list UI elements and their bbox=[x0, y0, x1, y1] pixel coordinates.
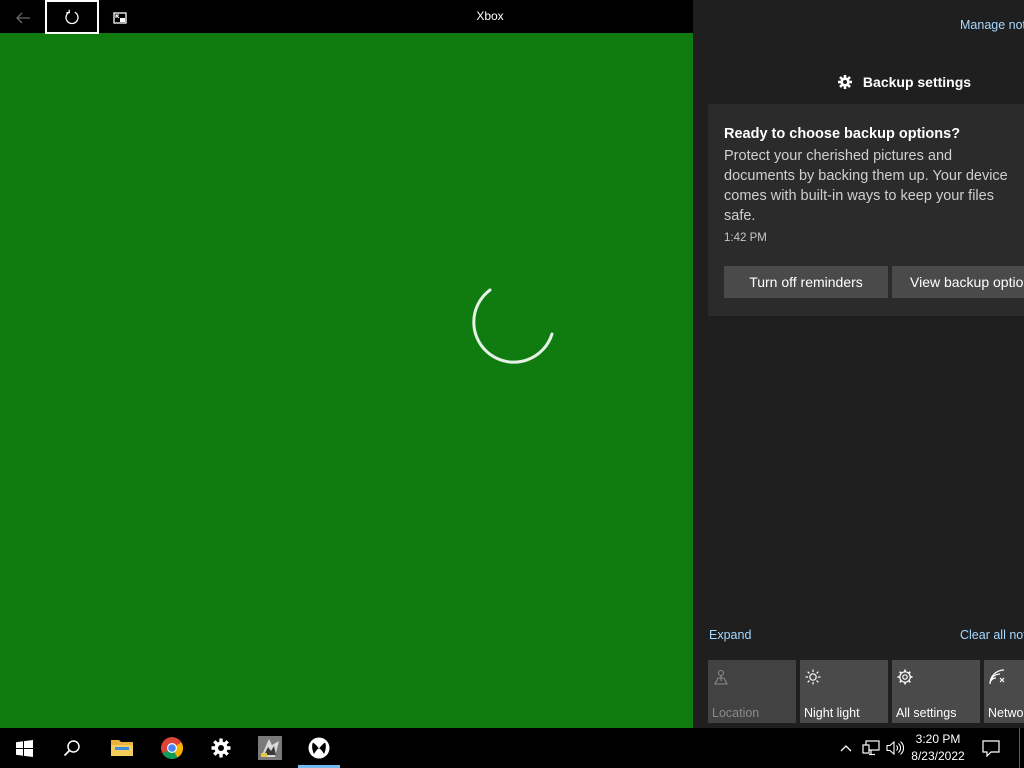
show-desktop-button[interactable] bbox=[1019, 728, 1020, 768]
notification-body: Protect your cherished pictures and docu… bbox=[724, 148, 1008, 224]
volume-icon bbox=[886, 740, 904, 756]
view-backup-options-button[interactable]: View backup options bbox=[892, 266, 1024, 298]
chrome-button[interactable] bbox=[148, 728, 196, 768]
xbox-app-window: Xbox bbox=[0, 0, 693, 728]
quick-action-label: Night light bbox=[804, 706, 860, 720]
quick-action-night-light[interactable]: Night light bbox=[800, 660, 888, 723]
back-arrow-icon bbox=[16, 12, 30, 23]
search-icon bbox=[63, 740, 80, 757]
refresh-button[interactable] bbox=[45, 0, 99, 34]
manage-notifications-link[interactable]: Manage notifications bbox=[960, 18, 1024, 32]
volume-tray-button[interactable] bbox=[884, 728, 906, 768]
chrome-icon bbox=[161, 737, 183, 759]
pinned-app-button[interactable] bbox=[246, 728, 294, 768]
turn-off-reminders-button[interactable]: Turn off reminders bbox=[724, 266, 888, 298]
settings-button[interactable] bbox=[197, 728, 245, 768]
network-tray-button[interactable] bbox=[860, 728, 882, 768]
start-icon bbox=[15, 739, 33, 757]
notification-card[interactable]: Ready to choose backup options? Protect … bbox=[708, 104, 1024, 316]
back-button[interactable] bbox=[0, 1, 46, 34]
location-icon bbox=[714, 669, 728, 685]
search-button[interactable] bbox=[48, 728, 96, 768]
show-hidden-icons-button[interactable] bbox=[838, 728, 854, 768]
app-titlebar: Xbox bbox=[0, 0, 693, 34]
loading-spinner bbox=[472, 288, 554, 364]
file-explorer-button[interactable] bbox=[98, 728, 146, 768]
wired-network-icon bbox=[862, 740, 880, 756]
taskbar-clock[interactable]: 3:20 PM 8/23/2022 bbox=[906, 731, 970, 765]
action-center-button[interactable] bbox=[976, 728, 1006, 768]
notification-title: Ready to choose backup options? bbox=[724, 126, 961, 142]
network-icon bbox=[989, 669, 1005, 685]
group-header-label: Backup settings bbox=[862, 74, 972, 90]
night-light-icon bbox=[805, 669, 821, 685]
clock-date: 8/23/2022 bbox=[911, 749, 965, 763]
quick-action-network[interactable]: Network bbox=[984, 660, 1024, 723]
quick-action-label: Location bbox=[712, 706, 760, 720]
compact-overlay-button[interactable] bbox=[100, 1, 140, 34]
settings-gear-icon bbox=[897, 669, 913, 685]
action-center: Manage notifications Backup settings Rea… bbox=[693, 0, 1024, 728]
xbox-taskbar-button[interactable] bbox=[295, 728, 343, 768]
quick-action-label: Network bbox=[988, 706, 1024, 720]
quick-action-location[interactable]: Location bbox=[708, 660, 796, 723]
quick-action-label: All settings bbox=[896, 706, 957, 720]
gear-icon bbox=[837, 75, 852, 89]
notification-icon bbox=[982, 739, 1000, 757]
xbox-icon bbox=[308, 737, 330, 759]
clock-time: 3:20 PM bbox=[915, 732, 961, 746]
chevron-up-icon bbox=[840, 745, 852, 752]
taskbar: 3:20 PM 8/23/2022 bbox=[0, 728, 1024, 768]
refresh-icon bbox=[65, 9, 79, 25]
quick-action-all-settings[interactable]: All settings bbox=[892, 660, 980, 723]
settings-icon bbox=[211, 738, 231, 758]
expand-link[interactable]: Expand bbox=[709, 628, 751, 642]
compact-overlay-icon bbox=[113, 11, 127, 24]
file-explorer-icon bbox=[111, 740, 133, 756]
app-icon bbox=[258, 736, 282, 760]
notification-group-header[interactable]: Backup settings bbox=[693, 74, 1024, 90]
start-button[interactable] bbox=[0, 728, 48, 768]
clear-all-notifications-link[interactable]: Clear all notifications bbox=[960, 628, 1024, 642]
notification-time: 1:42 PM bbox=[724, 232, 767, 244]
